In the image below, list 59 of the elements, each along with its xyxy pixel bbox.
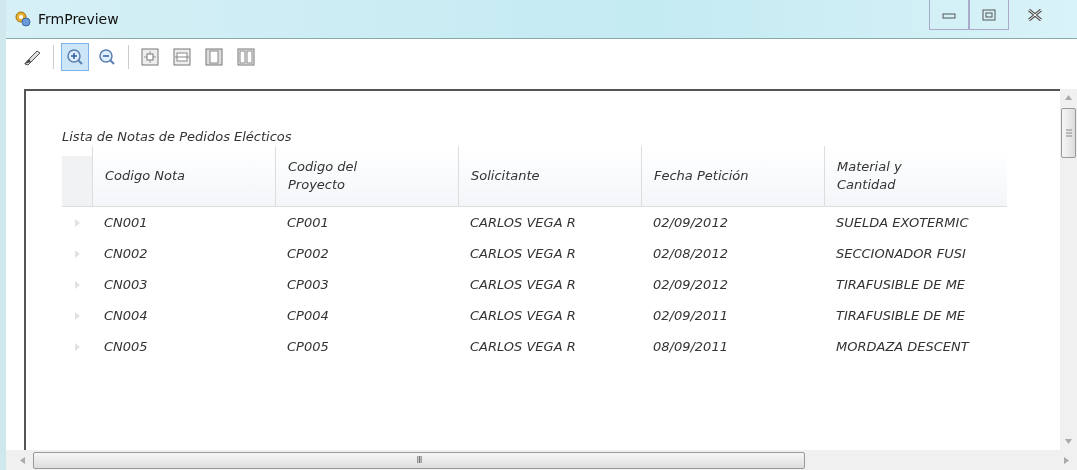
column-header[interactable]: Solicitante bbox=[458, 146, 641, 206]
minimize-button[interactable] bbox=[929, 0, 969, 30]
maximize-button[interactable] bbox=[969, 0, 1009, 30]
horizontal-scrollbar[interactable]: III bbox=[6, 450, 1077, 470]
table-cell-text: CARLOS VEGA R bbox=[469, 245, 577, 263]
report-title: Lista de Notas de Pedidos Elécticos bbox=[62, 129, 292, 144]
single-page-icon bbox=[204, 47, 224, 67]
table-cell-text: TIRAFUSIBLE DE ME bbox=[835, 276, 967, 294]
window-title: FrmPreview bbox=[38, 11, 119, 27]
maximize-icon bbox=[982, 8, 996, 21]
scroll-right-icon[interactable] bbox=[1064, 456, 1069, 464]
zoom-out-icon bbox=[97, 47, 117, 67]
row-arrow-icon bbox=[74, 342, 80, 351]
table-cell-text: CARLOS VEGA R bbox=[469, 338, 577, 356]
table-cell-text: CARLOS VEGA R bbox=[469, 307, 577, 325]
page-width-icon bbox=[172, 47, 192, 67]
table-cell-text: 02/08/2012 bbox=[652, 245, 729, 263]
two-pages-icon bbox=[236, 47, 256, 67]
scroll-up-icon[interactable] bbox=[1065, 95, 1072, 100]
row-arrow-icon bbox=[74, 249, 80, 258]
table-cell-text: CP001 bbox=[286, 214, 330, 232]
table-cell-text: CARLOS VEGA R bbox=[469, 276, 577, 294]
scroll-thumb[interactable]: III bbox=[33, 451, 805, 469]
scroll-thumb[interactable] bbox=[1061, 108, 1076, 158]
column-header[interactable]: Material y Cantidad bbox=[824, 146, 1007, 206]
toolbar-button[interactable] bbox=[61, 43, 89, 71]
zoom-in-icon bbox=[65, 47, 85, 67]
table-cell-text: SECCIONADOR FUSI bbox=[835, 245, 967, 263]
fit-page-icon bbox=[140, 47, 160, 67]
scroll-left-icon[interactable] bbox=[20, 456, 25, 464]
vertical-scrollbar[interactable] bbox=[1060, 89, 1077, 450]
table-cell-text: 02/09/2011 bbox=[652, 307, 729, 325]
table-cell-text: CARLOS VEGA R bbox=[469, 214, 577, 232]
close-icon bbox=[1027, 8, 1043, 22]
table-cell-text: 02/09/2012 bbox=[652, 276, 729, 294]
grip-marks: III bbox=[416, 455, 422, 465]
table-cell-text: 08/09/2011 bbox=[652, 338, 729, 356]
column-header[interactable]: Codigo del Proyecto bbox=[275, 146, 458, 206]
row-arrow-icon bbox=[74, 280, 80, 289]
column-header[interactable]: Codigo Nota bbox=[92, 146, 275, 206]
table-cell-text: CP002 bbox=[286, 245, 330, 263]
table-cell-text: CN002 bbox=[103, 245, 149, 263]
table-cell-text: MORDAZA DESCENT bbox=[835, 338, 971, 356]
column-header[interactable]: Fecha Petición bbox=[641, 146, 824, 206]
table-cell-text: TIRAFUSIBLE DE ME bbox=[835, 307, 967, 325]
table-cell-text: CN004 bbox=[103, 307, 149, 325]
table-cell-text: SUELDA EXOTERMIC bbox=[835, 214, 970, 232]
table-cell-text: CN003 bbox=[103, 276, 149, 294]
table-cell-text: 02/09/2012 bbox=[652, 214, 729, 232]
row-header-corner bbox=[62, 156, 92, 206]
table-cell-text: CN005 bbox=[103, 338, 149, 356]
row-arrow-icon bbox=[74, 311, 80, 320]
gear-icon bbox=[14, 10, 32, 28]
table-cell-text: CP003 bbox=[286, 276, 330, 294]
scroll-down-icon[interactable] bbox=[1065, 439, 1072, 444]
row-arrow-icon bbox=[74, 218, 80, 227]
table-cell-text: CP004 bbox=[286, 307, 330, 325]
table-cell-text: CP005 bbox=[286, 338, 330, 356]
table-cell-text: CN001 bbox=[103, 214, 149, 232]
